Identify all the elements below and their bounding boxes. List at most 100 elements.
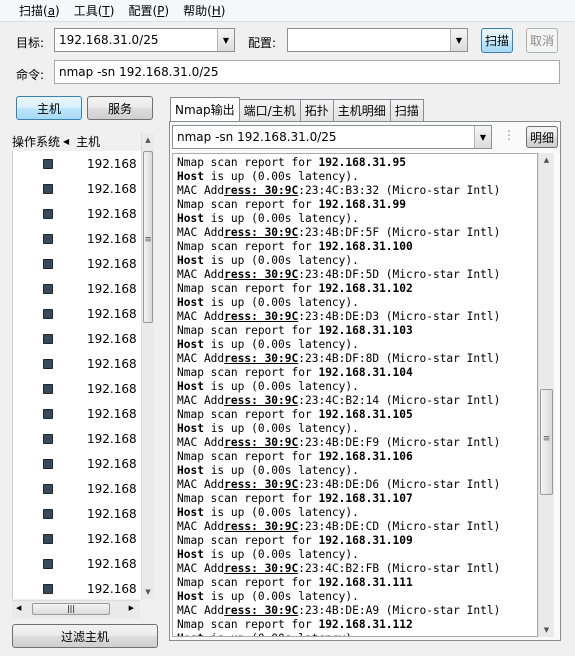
host-ip: 192.168.31.4 (87, 256, 137, 271)
host-ip: 192.168.31.0 (87, 156, 137, 171)
host-row[interactable]: 192.168.31.0 (13, 151, 154, 176)
host-row[interactable]: 192.168.31.2 (13, 201, 154, 226)
menu-item[interactable]: 配置(P) (121, 2, 176, 19)
filter-hosts-button[interactable]: 过滤主机 (12, 624, 158, 648)
tab-bar: Nmap输出 端口/主机 拓扑 主机明细 扫描 (170, 97, 424, 121)
services-button[interactable]: 服务 (87, 96, 153, 120)
host-ip: 192.168.31.15 (87, 531, 137, 546)
tab-3[interactable]: 主机明细 (332, 99, 391, 121)
output-line: Host is up (0.00s latency). (177, 296, 359, 309)
host-row[interactable]: 192.168.31.16 (13, 551, 154, 576)
tab-0[interactable]: Nmap输出 (170, 97, 240, 121)
chevron-down-icon[interactable]: ▼ (217, 29, 234, 51)
output-line: Nmap scan report for 192.168.31.99 (177, 198, 407, 211)
output-line: Nmap scan report for 192.168.31.102 (177, 282, 413, 295)
output-line: Host is up (0.00s latency). (177, 212, 359, 225)
host-row[interactable]: 192.168.31.6 (13, 301, 154, 326)
target-combo[interactable]: 192.168.31.0/25 ▼ (54, 28, 235, 52)
command-input[interactable]: nmap -sn 192.168.31.0/25 (54, 60, 560, 84)
output-line: MAC Address: 30:9C:23:4B:DE:A9 (Micro-st… (177, 604, 501, 617)
hscrollbar-thumb[interactable]: ||| (32, 603, 110, 615)
host-row[interactable]: 192.168.31.15 (13, 526, 154, 551)
scan-button[interactable]: 扫描 (481, 28, 513, 53)
os-icon (43, 208, 53, 219)
scroll-left-icon[interactable]: ◀ (16, 604, 21, 612)
column-host[interactable]: 主机 (76, 133, 100, 150)
host-row[interactable]: 192.168.31.3 (13, 226, 154, 251)
output-line: Nmap scan report for 192.168.31.105 (177, 408, 413, 421)
os-icon (43, 258, 53, 269)
host-row[interactable]: 192.168.31.13 (13, 476, 154, 501)
tab-1[interactable]: 端口/主机 (238, 99, 301, 121)
host-row[interactable]: 192.168.31.10 (13, 401, 154, 426)
command-label: 命令: (16, 68, 45, 82)
output-line: Nmap scan report for 192.168.31.107 (177, 492, 413, 505)
scroll-down-icon[interactable]: ▼ (142, 588, 154, 596)
output-line: Host is up (0.00s latency). (177, 254, 359, 267)
host-ip: 192.168.31.8 (87, 356, 137, 371)
target-value[interactable]: 192.168.31.0/25 (55, 33, 217, 47)
os-icon (43, 183, 53, 194)
os-icon (43, 233, 53, 244)
host-row[interactable]: 192.168.31.1 (13, 176, 154, 201)
host-ip: 192.168.31.16 (87, 556, 137, 571)
nmap-output[interactable]: Nmap scan report for 192.168.31.95 Host i… (172, 153, 538, 637)
output-line: MAC Address: 30:9C:23:4B:DE:CD (Micro-st… (177, 520, 501, 533)
output-line: Host is up (0.00s latency). (177, 506, 359, 519)
output-line: Host is up (0.00s latency). (173, 632, 537, 636)
output-select[interactable]: nmap -sn 192.168.31.0/25 ▼ (172, 125, 492, 149)
host-row[interactable]: 192.168.31.5 (13, 276, 154, 301)
host-row[interactable]: 192.168.31.14 (13, 501, 154, 526)
tab-4[interactable]: 扫描 (389, 99, 424, 121)
host-ip: 192.168.31.1 (87, 181, 137, 196)
output-line: Nmap scan report for 192.168.31.109 (177, 534, 413, 547)
output-line: MAC Address: 30:9C:23:4B:DE:F9 (Micro-st… (177, 436, 501, 449)
output-select-value[interactable]: nmap -sn 192.168.31.0/25 (173, 130, 474, 144)
os-icon (43, 533, 53, 544)
output-line: Nmap scan report for 192.168.31.100 (177, 240, 413, 253)
output-line: Host is up (0.00s latency). (177, 380, 359, 393)
host-row[interactable]: 192.168.31.17 (13, 576, 154, 599)
column-os[interactable]: 操作系统 (12, 133, 60, 150)
output-line: Nmap scan report for 192.168.31.112 (177, 618, 413, 631)
host-ip: 192.168.31.12 (87, 456, 137, 471)
output-line: Host is up (0.00s latency). (177, 548, 359, 561)
output-scrollbar[interactable]: ▲ ≡ ▼ (538, 153, 554, 637)
os-icon (43, 283, 53, 294)
output-line: Nmap scan report for 192.168.31.95 (177, 156, 407, 169)
host-row[interactable]: 192.168.31.8 (13, 351, 154, 376)
os-icon (43, 583, 53, 594)
output-line: MAC Address: 30:9C:23:4B:DE:D3 (Micro-st… (177, 310, 501, 323)
host-list-scrollbar[interactable]: ▲ ≡ ▼ (141, 133, 154, 599)
menu-item[interactable]: 扫描(a) (12, 2, 67, 19)
os-icon (43, 458, 53, 469)
scroll-up-icon[interactable]: ▲ (142, 136, 154, 144)
output-line: Host is up (0.00s latency). (177, 464, 359, 477)
chevron-down-icon[interactable]: ▼ (450, 29, 467, 51)
tab-2[interactable]: 拓扑 (299, 99, 334, 121)
host-list-hscrollbar[interactable]: ◀ ||| ▶ (12, 600, 140, 618)
chevron-down-icon[interactable]: ▼ (474, 126, 491, 148)
host-ip: 192.168.31.3 (87, 231, 137, 246)
cancel-button[interactable]: 取消 (526, 28, 558, 53)
output-line: Nmap scan report for 192.168.31.103 (177, 324, 413, 337)
output-line: MAC Address: 30:9C:23:4B:DF:8D (Micro-st… (177, 352, 501, 365)
host-row[interactable]: 192.168.31.11 (13, 426, 154, 451)
scroll-right-icon[interactable]: ▶ (129, 604, 134, 612)
scroll-down-icon[interactable]: ▼ (539, 626, 554, 634)
profile-combo[interactable]: ▼ (287, 28, 468, 52)
sort-arrow-icon: ◀ (63, 136, 70, 146)
profile-label: 配置: (248, 36, 277, 50)
host-row[interactable]: 192.168.31.9 (13, 376, 154, 401)
host-row[interactable]: 192.168.31.12 (13, 451, 154, 476)
host-ip: 192.168.31.10 (87, 406, 137, 421)
host-row[interactable]: 192.168.31.7 (13, 326, 154, 351)
menu-item[interactable]: 工具(T) (67, 2, 122, 19)
host-row[interactable]: 192.168.31.4 (13, 251, 154, 276)
menu-item[interactable]: 帮助(H) (176, 2, 232, 19)
grip-icon: ≡ (144, 235, 152, 245)
detail-button[interactable]: 明细 (526, 126, 558, 148)
scroll-up-icon[interactable]: ▲ (539, 156, 554, 164)
host-ip: 192.168.31.5 (87, 281, 137, 296)
hosts-button[interactable]: 主机 (16, 96, 82, 120)
